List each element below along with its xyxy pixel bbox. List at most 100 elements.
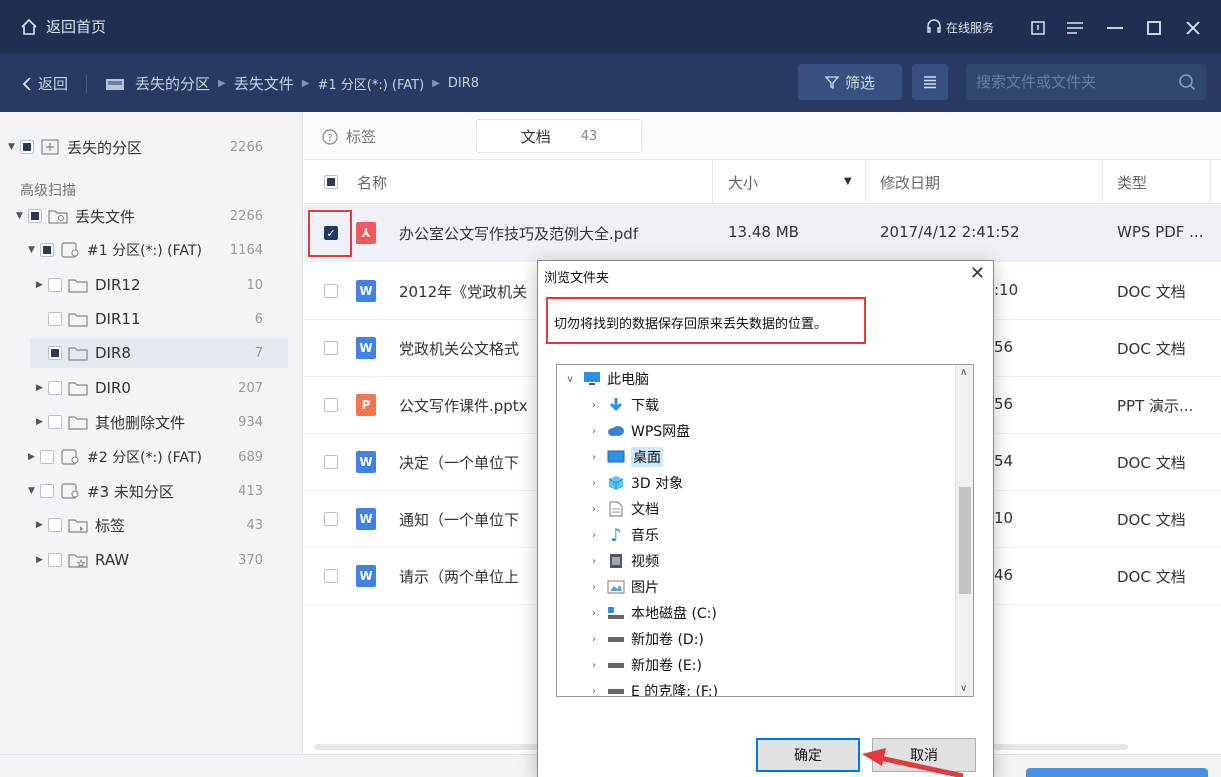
file-name: 2012年《党政机关 <box>399 283 528 301</box>
chevron-right-icon[interactable]: › <box>587 608 601 619</box>
row-checkbox[interactable] <box>324 398 338 412</box>
checkbox[interactable] <box>48 415 62 429</box>
search-input[interactable] <box>976 70 1166 94</box>
sidebar-item-dir11[interactable]: DIR11 6 <box>36 304 263 334</box>
recover-button[interactable] <box>1026 768 1208 777</box>
breadcrumb-item-dir8[interactable]: DIR8 <box>448 76 479 91</box>
home-link[interactable]: 返回首页 <box>20 16 106 37</box>
chevron-right-icon[interactable]: › <box>587 660 601 671</box>
tree-item-downloads[interactable]: › 下载 <box>587 393 659 417</box>
chevron-right-icon[interactable]: › <box>587 426 601 437</box>
tree-item-drive-c[interactable]: › 本地磁盘 (C:) <box>587 601 717 625</box>
menu-button[interactable] <box>1064 17 1086 39</box>
tree-item-drive-d[interactable]: › 新加卷 (D:) <box>587 627 704 651</box>
chevron-right-icon[interactable]: › <box>587 504 601 515</box>
minimize-button[interactable] <box>1104 17 1126 39</box>
help-icon[interactable]: ? <box>322 128 338 145</box>
checkbox[interactable] <box>20 140 34 154</box>
close-button[interactable] <box>1182 17 1204 39</box>
breadcrumb-item-lost-partition[interactable]: 丢失的分区 <box>135 73 210 94</box>
tag-chip-documents[interactable]: 文档 43 <box>476 119 642 153</box>
checkbox[interactable] <box>40 450 54 464</box>
checkbox[interactable] <box>48 381 62 395</box>
checkbox[interactable] <box>48 278 62 292</box>
expand-arrow-icon[interactable]: ▶ <box>36 555 48 565</box>
back-button[interactable]: 返回 <box>22 73 68 94</box>
tree-item-wps-cloud[interactable]: › WPS网盘 <box>587 419 690 443</box>
row-checkbox[interactable] <box>324 455 338 469</box>
table-row[interactable]: ✓ ⅄ 办公室公文写作技巧及范例大全.pdf 13.48 MB 2017/4/1… <box>304 205 1221 262</box>
row-checkbox[interactable] <box>324 341 338 355</box>
maximize-button[interactable] <box>1143 17 1165 39</box>
checkbox[interactable] <box>28 209 42 223</box>
sidebar-item-partition-2[interactable]: ▶ #2 分区(*:) (FAT) 689 <box>28 442 263 472</box>
tree-item-drive-e[interactable]: › 新加卷 (E:) <box>587 653 702 677</box>
sort-desc-icon[interactable]: ▼ <box>844 176 852 187</box>
checkbox[interactable] <box>40 243 54 257</box>
sidebar-item-lost-partition[interactable]: ▼ 丢失的分区 2266 <box>8 132 263 162</box>
tree-item-music[interactable]: › ♪ 音乐 <box>587 523 659 547</box>
sidebar-item-raw[interactable]: ▶ RAW 370 <box>36 545 263 575</box>
sidebar-item-partition-1[interactable]: ▼ #1 分区(*:) (FAT) 1164 <box>28 235 263 265</box>
checkbox[interactable] <box>40 484 54 498</box>
tree-scrollbar[interactable]: ∧ ∨ <box>955 365 973 696</box>
sidebar-item-partition-3[interactable]: ▼ #3 未知分区 413 <box>28 476 263 506</box>
chevron-right-icon[interactable]: › <box>587 686 601 697</box>
online-service-button[interactable]: 在线服务 <box>926 18 994 36</box>
expand-arrow-icon[interactable]: ▼ <box>16 211 28 221</box>
chevron-down-icon[interactable]: ∨ <box>563 374 577 385</box>
chevron-right-icon[interactable]: › <box>587 530 601 541</box>
feedback-button[interactable] <box>1027 17 1049 39</box>
scroll-down-icon[interactable]: ∨ <box>960 683 967 694</box>
sidebar-item-label: DIR0 <box>95 379 131 397</box>
scroll-up-icon[interactable]: ∧ <box>960 367 967 378</box>
sidebar-item-dir0[interactable]: ▶ DIR0 207 <box>36 373 263 403</box>
sidebar-item-dir12[interactable]: ▶ DIR12 10 <box>36 270 263 300</box>
search-icon[interactable] <box>1178 73 1196 91</box>
column-header-size[interactable]: 大小 <box>728 172 758 193</box>
expand-arrow-icon[interactable]: ▶ <box>36 520 48 530</box>
sidebar-item-other-deleted[interactable]: ▶ 其他删除文件 934 <box>36 407 263 437</box>
chevron-right-icon[interactable]: › <box>587 634 601 645</box>
chevron-right-icon[interactable]: › <box>587 582 601 593</box>
tree-item-documents[interactable]: › 文档 <box>587 497 659 521</box>
chevron-right-icon[interactable]: › <box>587 478 601 489</box>
tree-item-desktop[interactable]: › 桌面 <box>587 445 663 469</box>
dialog-close-icon[interactable]: ✕ <box>970 263 985 284</box>
tree-item-drive-f[interactable]: › E 的克隆: (F:) <box>587 679 718 697</box>
scrollbar-thumb[interactable] <box>959 487 971 594</box>
filter-button[interactable]: 筛选 <box>798 64 902 100</box>
expand-arrow-icon[interactable]: ▶ <box>36 383 48 393</box>
sidebar-item-lost-files[interactable]: ▼ 丢失文件 2266 <box>16 201 263 231</box>
tree-item-pictures[interactable]: › 图片 <box>587 575 659 599</box>
breadcrumb-item-partition-1[interactable]: #1 分区(*:) (FAT) <box>317 74 424 93</box>
chevron-right-icon[interactable]: › <box>587 400 601 411</box>
expand-arrow-icon[interactable]: ▼ <box>28 486 40 496</box>
checkbox[interactable] <box>48 346 62 360</box>
expand-arrow-icon[interactable]: ▼ <box>28 245 40 255</box>
checkbox[interactable] <box>48 553 62 567</box>
breadcrumb-item-lost-files[interactable]: 丢失文件 <box>234 73 294 94</box>
ok-button[interactable]: 确定 <box>756 738 860 772</box>
tree-item-this-pc[interactable]: ∨ 此电脑 <box>563 367 649 391</box>
column-header-type[interactable]: 类型 <box>1117 172 1147 193</box>
expand-arrow-icon[interactable]: ▶ <box>36 417 48 427</box>
checkbox[interactable] <box>48 312 62 326</box>
row-checkbox[interactable] <box>324 569 338 583</box>
sidebar-item-tags[interactable]: ▶ 标签 43 <box>36 510 263 540</box>
list-view-button[interactable] <box>912 64 948 100</box>
expand-arrow-icon[interactable]: ▶ <box>36 280 48 290</box>
tree-item-videos[interactable]: › 视频 <box>587 549 659 573</box>
column-header-date[interactable]: 修改日期 <box>880 172 940 193</box>
expand-arrow-icon[interactable]: ▶ <box>28 452 40 462</box>
select-all-checkbox[interactable] <box>324 175 338 189</box>
expand-arrow-icon[interactable]: ▼ <box>8 142 20 152</box>
checkbox[interactable] <box>48 518 62 532</box>
column-header-name[interactable]: 名称 <box>357 172 387 193</box>
tree-item-3d-objects[interactable]: › 3D 对象 <box>587 471 683 495</box>
chevron-right-icon[interactable]: › <box>587 556 601 567</box>
row-checkbox[interactable] <box>324 284 338 298</box>
row-checkbox[interactable] <box>324 512 338 526</box>
sidebar-item-dir8[interactable]: DIR8 7 <box>30 338 288 368</box>
chevron-right-icon[interactable]: › <box>587 452 601 463</box>
